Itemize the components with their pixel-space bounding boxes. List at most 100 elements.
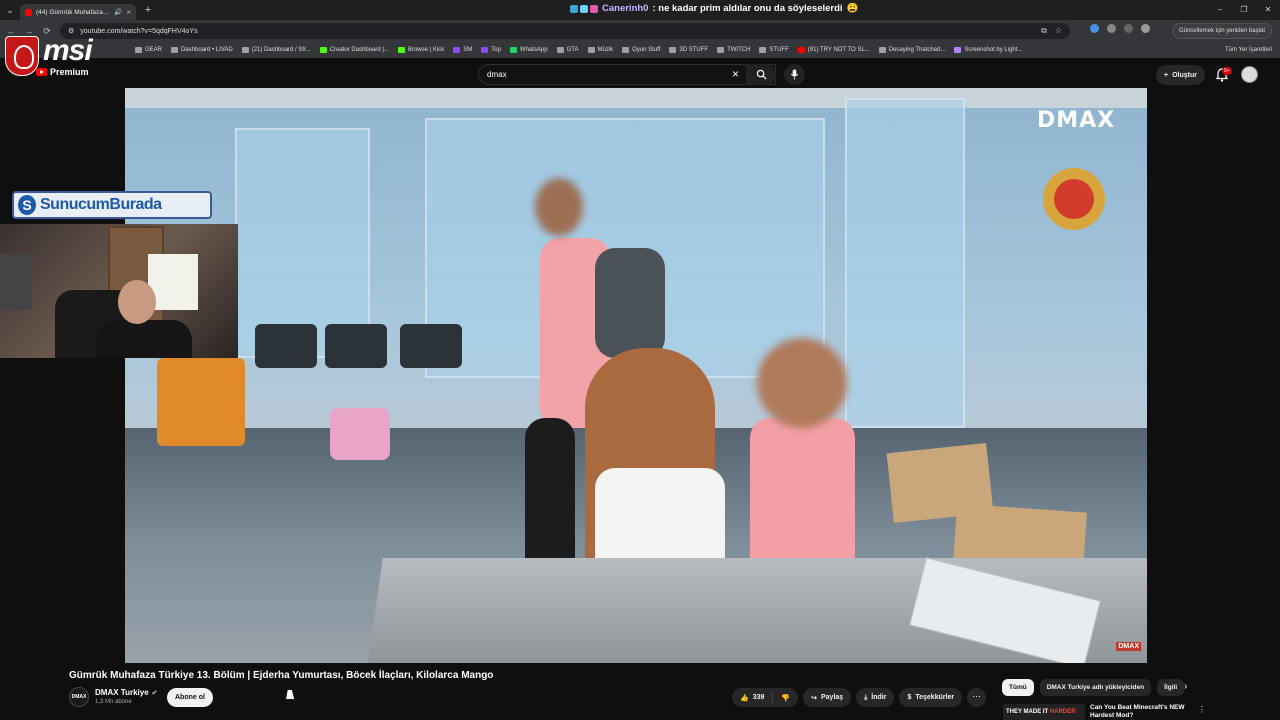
minimize-icon[interactable]: – [1208, 0, 1232, 20]
webcam-person-head [118, 280, 156, 324]
filter-chip[interactable]: Tümü [1002, 679, 1034, 696]
bookmark-label: STUFF [769, 47, 789, 53]
thanks-button[interactable]: $ Teşekkürler [899, 688, 963, 707]
browser-tab[interactable]: (44) Gümrük Muhafaza Türk 🔊 × [20, 4, 136, 20]
chevron-right-icon[interactable]: › [1184, 681, 1187, 692]
speaker-icon[interactable]: 🔊 [114, 8, 122, 16]
restart-update-button[interactable]: Güncellemek için yeniden başlat [1171, 23, 1272, 39]
bookmark-label: GTA [566, 47, 579, 53]
like-count: 339 [752, 694, 765, 701]
bookmark-item[interactable]: (21) Dashboard / Str... [241, 47, 311, 53]
bookmark-item[interactable]: SM [453, 47, 472, 53]
share-button[interactable]: ↪ Paylaş [803, 688, 852, 707]
restore-icon[interactable]: ❐ [1232, 0, 1256, 20]
more-actions-button[interactable]: ⋯ [967, 688, 987, 707]
filter-chip[interactable]: DMAX Turkiye adlı yükleyiciden [1039, 679, 1152, 696]
search-input[interactable]: dmax × [478, 64, 776, 85]
bookmark-label: Decaying Thatched... [888, 47, 946, 53]
scene-pink-bag [330, 408, 390, 460]
bookmark-label: Creator Dashboard |... [329, 47, 389, 53]
microphone-icon [790, 69, 799, 80]
thumbnail-text: THEY MADE IT [1006, 709, 1049, 715]
extensions-puzzle-icon[interactable] [1107, 24, 1116, 33]
bookmark-item[interactable]: Creator Dashboard |... [319, 47, 389, 53]
profile-icon[interactable] [1141, 24, 1150, 33]
streamer-webcam [0, 224, 238, 358]
bookmark-item[interactable]: STUFF [759, 47, 789, 53]
sponsor-banner: S SunucumBurada [12, 191, 212, 219]
bookmark-item[interactable]: Müzik [587, 47, 613, 53]
close-tab-icon[interactable]: × [126, 8, 131, 17]
badge-icon [570, 4, 578, 13]
channel-avatar[interactable]: DMAX [69, 687, 89, 707]
bookmark-label: Browse | Kick [408, 47, 445, 53]
chat-overlay-message: Canerinh0 : ne kadar prim aldılar onu da… [570, 3, 858, 14]
close-icon[interactable]: ✕ [1256, 0, 1280, 20]
bookmark-item[interactable]: 3D STUFF [669, 47, 708, 53]
bookmark-item[interactable]: Screenshot by Light... [954, 47, 1022, 53]
bookmark-label: (91) TRY NOT TO SL... [807, 47, 870, 53]
channel-name[interactable]: DMAX Turkiye ✔ [95, 688, 158, 697]
chat-username: Canerinh0 [602, 3, 649, 14]
like-button[interactable]: 👍 339 [732, 688, 772, 707]
twitter-icon [241, 47, 249, 53]
whatsapp-icon [509, 47, 517, 53]
bookmark-item[interactable]: WhatsApp [509, 47, 548, 53]
search-button[interactable] [746, 64, 776, 85]
bookmark-item[interactable]: Top [481, 47, 501, 53]
bookmark-item[interactable]: TWITCH [717, 47, 750, 53]
bookmarks-bar: GEAR Dashboard • LIVAD (21) Dashboard / St… [0, 42, 1280, 58]
recommended-video[interactable]: THEY MADE IT HARDER Can You Beat Minecra… [1003, 704, 1273, 720]
download-icon: ⤓ [864, 693, 868, 701]
bookmark-item[interactable]: Dashboard • LIVAD [171, 47, 233, 53]
plus-icon: + [1164, 71, 1169, 79]
extension-icon[interactable] [1090, 24, 1099, 33]
filter-chip[interactable]: İlgili [1157, 679, 1185, 696]
recommended-title[interactable]: Can You Beat Minecraft's NEW Hardest Mod… [1090, 704, 1200, 720]
subscribe-button[interactable]: Abone ol [167, 688, 213, 707]
more-vert-icon[interactable]: ⋮ [1198, 705, 1206, 714]
bookmark-label: Top [491, 47, 501, 53]
dislike-button[interactable]: 👎 [773, 688, 798, 707]
account-avatar[interactable] [1241, 66, 1258, 83]
recommendation-filter-chips: Tümü DMAX Turkiye adlı yükleyiciden İlgili [1002, 679, 1185, 696]
bookmark-item[interactable]: Decaying Thatched... [878, 47, 946, 53]
bookmark-item[interactable]: GTA [556, 47, 579, 53]
install-app-icon[interactable]: ⧉ [1041, 26, 1047, 36]
search-icon [756, 69, 767, 80]
window-controls: – ❐ ✕ [1208, 0, 1280, 20]
like-dislike-group: 👍 339 👎 [732, 688, 799, 707]
new-tab-button[interactable]: + [140, 4, 156, 16]
reading-list-icon[interactable] [1124, 24, 1133, 33]
bookmark-star-icon[interactable]: ☆ [1055, 26, 1062, 36]
all-bookmarks[interactable]: Tüm Yer İşaretleri [1225, 42, 1272, 58]
scene-chair [325, 324, 387, 368]
bookmark-item[interactable]: Browse | Kick [398, 47, 444, 53]
recommended-thumbnail[interactable]: THEY MADE IT HARDER [1003, 704, 1085, 720]
tab-title: (44) Gümrük Muhafaza Türk [36, 8, 111, 16]
twitch-icon [453, 47, 461, 53]
mouse-cursor [286, 690, 296, 699]
scene-chair [400, 324, 462, 368]
download-button[interactable]: ⤓ İndir [856, 688, 895, 707]
tab-search-button[interactable]: ⌄ [0, 0, 20, 20]
video-title: Gümrük Muhafaza Türkiye 13. Bölüm | Ejde… [69, 670, 494, 681]
bookmark-item[interactable]: Oyun Stuff [622, 47, 660, 53]
video-frame[interactable]: DMAX DMAX [125, 88, 1147, 663]
bookmark-label: (21) Dashboard / Str... [251, 47, 311, 53]
voice-search-button[interactable] [784, 64, 805, 85]
create-button[interactable]: + Oluştur [1156, 65, 1205, 85]
twitch-icon [481, 47, 489, 53]
badge-icon [590, 4, 598, 13]
clear-search-icon[interactable]: × [732, 67, 739, 81]
address-bar[interactable]: ⚙ youtube.com/watch?v=5qdqFHV4oYs ⧉ ☆ [60, 23, 1070, 39]
kick-icon [319, 47, 327, 53]
search-value: dmax [487, 70, 507, 79]
scene-suitcase [157, 358, 245, 446]
globe-icon [878, 47, 886, 53]
folder-icon [717, 47, 725, 53]
msi-logo: msi [3, 34, 143, 78]
video-actions: 👍 339 👎 ↪ Paylaş ⤓ İndir $ Teşekkürler ⋯ [732, 688, 987, 707]
bookmark-item[interactable]: (91) TRY NOT TO SL... [797, 47, 870, 53]
video-player[interactable]: DMAX DMAX [0, 88, 1280, 663]
